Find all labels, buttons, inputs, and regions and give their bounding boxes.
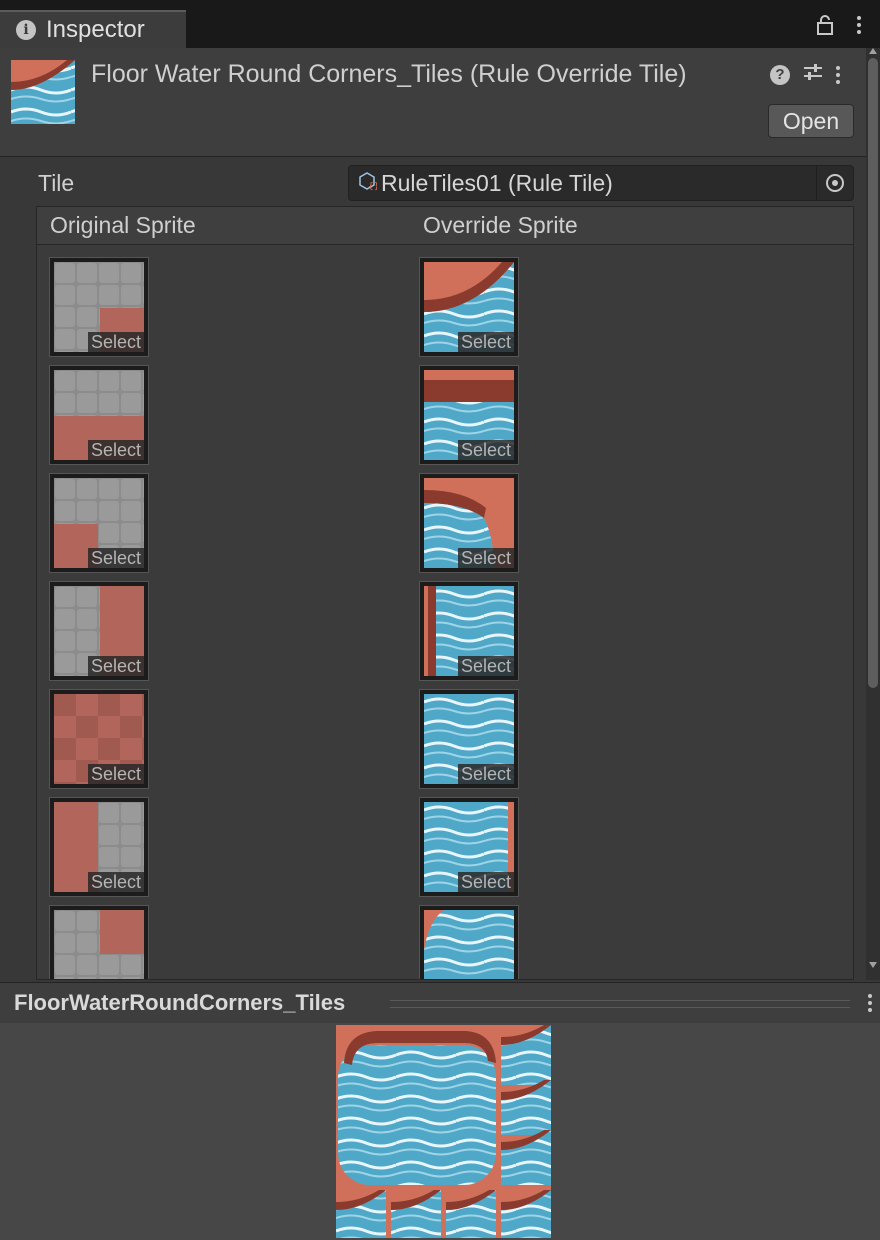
override-sprite-header: Override Sprite xyxy=(423,212,578,238)
tab-inspector[interactable]: i Inspector xyxy=(0,10,186,48)
preview-menu-icon[interactable] xyxy=(868,994,872,1012)
scroll-down-arrow-icon[interactable] xyxy=(869,962,877,968)
original-sprite-slot[interactable]: Select xyxy=(49,257,149,357)
tile-field-label: Tile xyxy=(38,170,75,196)
select-label[interactable]: Select xyxy=(87,656,144,676)
tileset-preview-image xyxy=(336,1025,551,1238)
object-picker-icon[interactable] xyxy=(816,166,853,200)
list-item: Select Select xyxy=(37,473,853,573)
original-sprite-slot[interactable]: Select xyxy=(49,473,149,573)
svg-text:{}: {} xyxy=(368,182,377,191)
select-label[interactable]: Select xyxy=(457,764,514,784)
override-sprite-slot[interactable]: Select xyxy=(419,689,519,789)
list-header: Original Sprite Override Sprite xyxy=(37,207,853,245)
override-sprite-slot[interactable] xyxy=(419,905,519,979)
select-label[interactable]: Select xyxy=(457,872,514,892)
list-item xyxy=(37,905,853,979)
override-sprite-slot[interactable]: Select xyxy=(419,473,519,573)
lock-icon[interactable] xyxy=(816,15,834,41)
rule-tile-icon: {} xyxy=(357,171,379,196)
original-sprite-slot[interactable] xyxy=(49,905,149,979)
select-label[interactable]: Select xyxy=(87,548,144,568)
asset-thumbnail xyxy=(11,60,75,124)
select-label[interactable]: Select xyxy=(87,332,144,352)
list-item: Select Select xyxy=(37,581,853,681)
select-label[interactable]: Select xyxy=(457,332,514,352)
sprite-override-list: Original Sprite Override Sprite Select S… xyxy=(36,206,854,980)
original-sprite-slot[interactable]: Select xyxy=(49,581,149,681)
list-item: Select Select xyxy=(37,797,853,897)
original-sprite-slot[interactable]: Select xyxy=(49,689,149,789)
list-item: Select Select xyxy=(37,257,853,357)
component-menu-icon[interactable] xyxy=(836,65,840,84)
inspector-scrollbar[interactable] xyxy=(866,48,880,980)
tab-inspector-label: Inspector xyxy=(46,16,145,43)
open-button[interactable]: Open xyxy=(768,104,854,138)
tab-menu-icon[interactable] xyxy=(857,16,861,34)
help-icon[interactable]: ? xyxy=(770,64,790,85)
preview-area xyxy=(0,1023,880,1240)
tile-field-value: RuleTiles01 (Rule Tile) xyxy=(381,169,613,196)
override-sprite-slot[interactable]: Select xyxy=(419,797,519,897)
list-item: Select Select xyxy=(37,689,853,789)
inspector-header: Floor Water Round Corners_Tiles (Rule Ov… xyxy=(0,48,866,157)
tile-object-field[interactable]: {} RuleTiles01 (Rule Tile) xyxy=(348,165,854,201)
select-label[interactable]: Select xyxy=(457,656,514,676)
preview-drag-handle[interactable] xyxy=(390,1000,850,1008)
select-label[interactable]: Select xyxy=(87,440,144,460)
window-tab-bar: i Inspector xyxy=(0,0,880,48)
preset-sliders-icon[interactable] xyxy=(802,62,824,87)
original-sprite-slot[interactable]: Select xyxy=(49,797,149,897)
override-sprite-slot[interactable]: Select xyxy=(419,581,519,681)
asset-title: Floor Water Round Corners_Tiles (Rule Ov… xyxy=(91,60,687,88)
select-label[interactable]: Select xyxy=(87,764,144,784)
select-label[interactable]: Select xyxy=(457,440,514,460)
override-sprite-slot[interactable]: Select xyxy=(419,365,519,465)
original-sprite-slot[interactable]: Select xyxy=(49,365,149,465)
preview-title: FloorWaterRoundCorners_Tiles xyxy=(14,990,346,1015)
original-sprite-header: Original Sprite xyxy=(50,212,196,238)
override-sprite-slot[interactable]: Select xyxy=(419,257,519,357)
info-icon: i xyxy=(16,20,36,40)
list-item: Select Select xyxy=(37,365,853,465)
scrollbar-thumb[interactable] xyxy=(868,58,878,688)
preview-header[interactable]: FloorWaterRoundCorners_Tiles xyxy=(0,982,880,1024)
scroll-up-arrow-icon[interactable] xyxy=(869,48,877,54)
select-label[interactable]: Select xyxy=(87,872,144,892)
select-label[interactable]: Select xyxy=(457,548,514,568)
